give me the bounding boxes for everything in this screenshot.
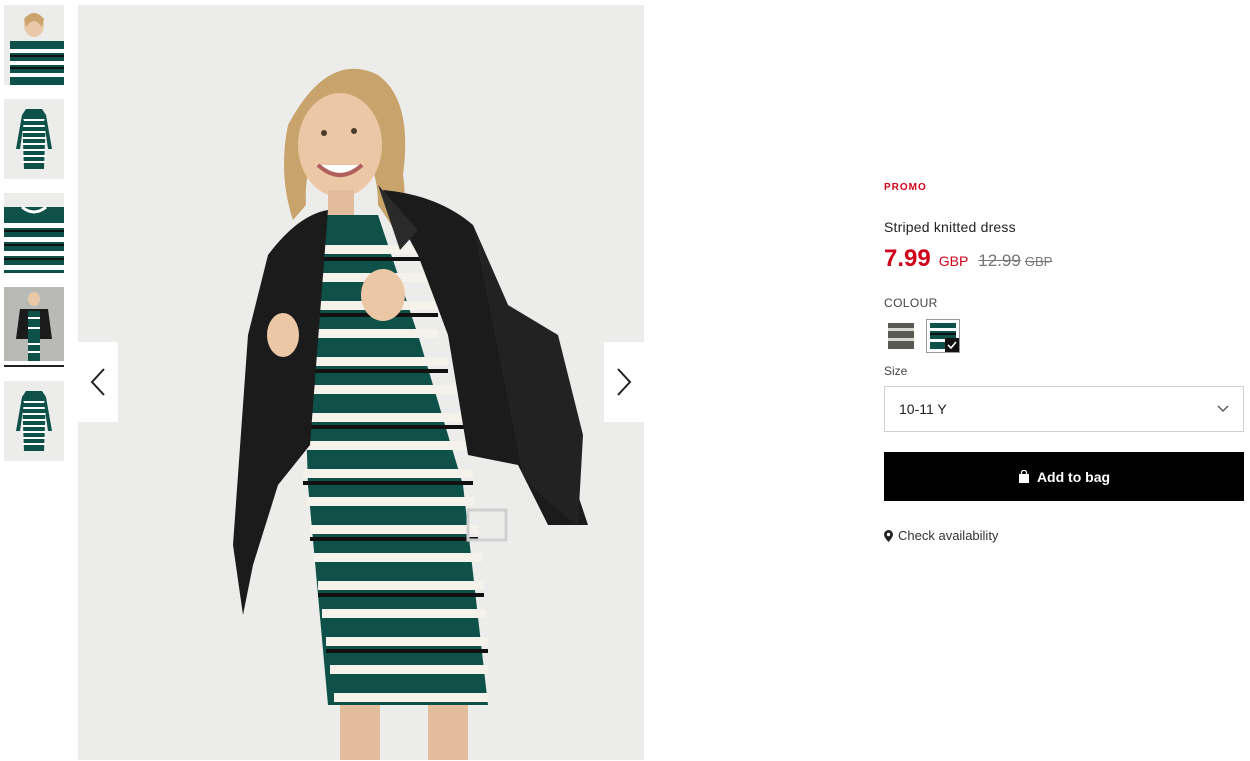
thumbnail-4[interactable] <box>4 287 64 361</box>
chevron-right-icon <box>617 368 632 396</box>
original-price-currency: GBP <box>1024 254 1053 269</box>
price-block: 7.99 GBP 12.99 GBP <box>884 245 1244 273</box>
thumbnail-5-image <box>4 381 64 461</box>
current-price-currency: GBP <box>938 253 969 269</box>
chevron-left-icon <box>90 368 105 396</box>
colour-swatches <box>884 319 1244 353</box>
location-pin-icon <box>884 529 893 542</box>
thumbnail-1-image <box>4 5 64 85</box>
grey-stripe-swatch-image <box>888 323 914 349</box>
thumbnail-3-image <box>4 193 64 273</box>
check-availability-label: Check availability <box>898 528 999 543</box>
thumbnail-active-indicator <box>4 365 64 367</box>
promo-badge: PROMO <box>884 182 927 193</box>
next-image-button[interactable] <box>604 342 644 422</box>
add-to-bag-button[interactable]: Add to bag <box>884 452 1244 501</box>
add-to-bag-label: Add to bag <box>1036 468 1111 485</box>
original-price: 12.99 <box>978 251 1021 270</box>
product-info-panel: PROMO Striped knitted dress 7.99 GBP 12.… <box>884 182 1244 543</box>
thumbnail-5[interactable] <box>4 381 64 461</box>
thumbnail-4-image <box>4 287 64 361</box>
previous-image-button[interactable] <box>78 342 118 422</box>
colour-swatch-green-stripe[interactable] <box>926 319 960 353</box>
shopping-bag-icon <box>1018 470 1029 483</box>
current-price: 7.99 <box>884 245 931 272</box>
product-title: Striped knitted dress <box>884 219 1016 235</box>
size-dropdown[interactable]: 10-11 Y <box>884 386 1244 432</box>
thumbnail-2[interactable] <box>4 99 64 179</box>
check-availability-link[interactable]: Check availability <box>884 528 1244 543</box>
product-photo <box>78 5 644 760</box>
size-selected-value: 10-11 Y <box>899 401 947 417</box>
thumbnail-2-image <box>4 99 64 179</box>
colour-label: COLOUR <box>884 296 938 310</box>
colour-swatch-grey-stripe[interactable] <box>884 319 918 353</box>
thumbnail-3[interactable] <box>4 193 64 273</box>
main-product-image <box>78 5 644 760</box>
chevron-down-icon <box>1217 405 1229 412</box>
selected-check-icon <box>945 338 959 352</box>
size-label: Size <box>884 364 908 378</box>
thumbnail-1[interactable] <box>4 5 64 85</box>
